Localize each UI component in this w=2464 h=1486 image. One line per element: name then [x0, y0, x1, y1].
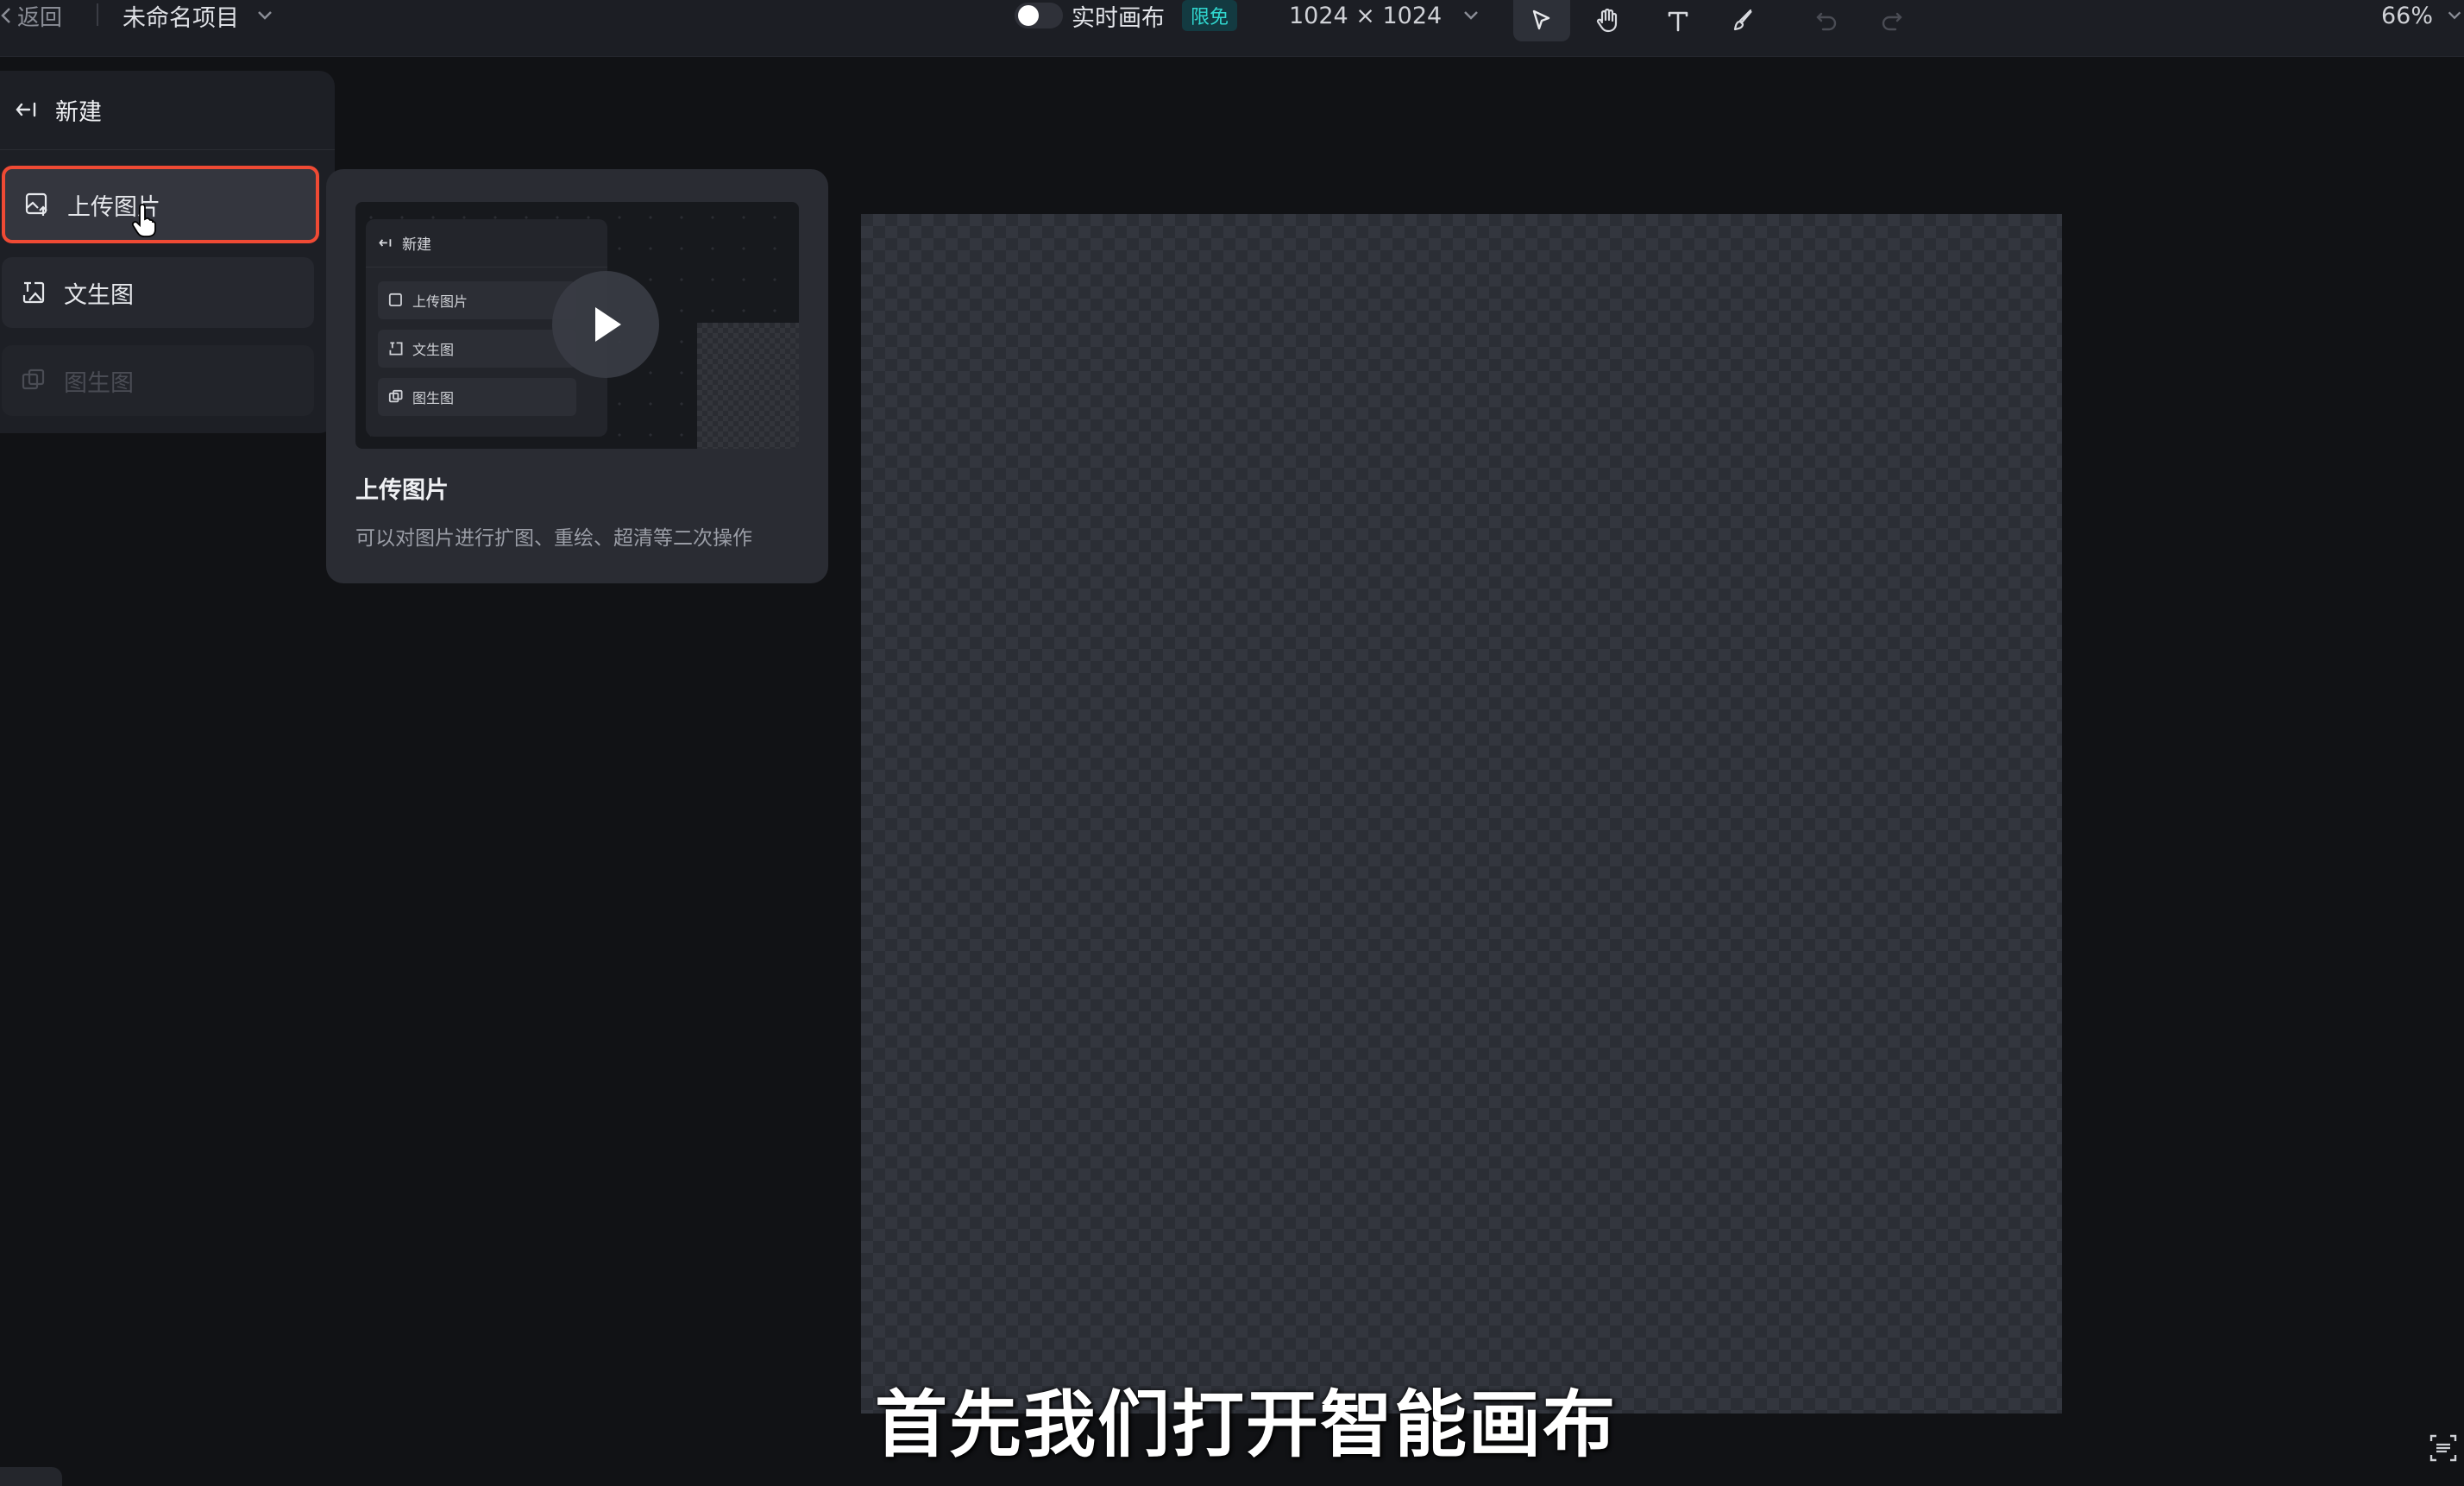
new-panel: 新建 上传图片 文生图 图生图	[0, 71, 335, 433]
mini-canvas-preview	[697, 323, 799, 449]
new-panel-title: 新建	[55, 99, 102, 126]
select-icon	[1532, 9, 1550, 30]
redo-icon	[1882, 12, 1902, 31]
undo-icon	[1816, 12, 1837, 31]
mini-item-upload-image: 上传图片	[378, 281, 576, 319]
video-subtitle: 首先我们打开智能画布	[875, 1382, 1618, 1467]
preview-video-thumbnail[interactable]: 新建 上传图片 文生图 图生图	[355, 202, 799, 449]
mini-item-label: 上传图片	[412, 293, 468, 310]
mini-panel-title: 新建	[402, 236, 431, 254]
preview-card-title: 上传图片	[355, 477, 449, 504]
text-to-image-icon	[389, 342, 403, 356]
text-to-image-icon	[22, 281, 45, 304]
hand-tool-button[interactable]	[1579, 0, 1636, 41]
realtime-canvas-toggle[interactable]	[1015, 3, 1063, 28]
play-button[interactable]	[552, 271, 659, 378]
image-to-image-icon	[22, 368, 45, 390]
image-upload-icon	[25, 192, 47, 216]
toggle-knob	[1018, 5, 1039, 26]
bottom-left-tab[interactable]	[0, 1467, 62, 1486]
brush-icon	[1733, 9, 1752, 31]
menu-item-image-to-image[interactable]: 图生图	[2, 345, 314, 416]
brush-tool-button[interactable]	[1715, 0, 1772, 41]
free-badge: 限免	[1182, 0, 1238, 31]
menu-item-label: 图生图	[64, 369, 134, 397]
play-icon	[595, 307, 621, 342]
divider	[97, 3, 98, 26]
arrow-back-icon	[16, 102, 36, 116]
zoom-dropdown[interactable]: 66%	[2381, 0, 2464, 31]
project-name-dropdown[interactable]: 未命名项目	[97, 0, 275, 32]
upload-image-preview-card: 新建 上传图片 文生图 图生图 上传图片 可以对图片进行扩图、重绘、超清等二次操…	[326, 169, 828, 583]
canvas-size-dropdown[interactable]: 1024 × 1024	[1289, 0, 1481, 31]
text-icon	[1668, 11, 1688, 32]
top-toolbar: 返回 未命名项目 实时画布 限免 1024 × 1024 66%	[0, 0, 2464, 57]
chevron-down-icon	[1464, 11, 1479, 20]
chevron-down-icon	[258, 11, 272, 20]
hand-icon	[1596, 8, 1618, 33]
menu-item-upload-image[interactable]: 上传图片	[2, 166, 319, 243]
new-panel-header[interactable]: 新建	[0, 71, 335, 150]
back-button[interactable]: 返回	[0, 0, 62, 31]
canvas-size-value: 1024 × 1024	[1289, 2, 1443, 29]
realtime-canvas-control: 实时画布 限免	[1015, 0, 1238, 32]
menu-item-text-to-image[interactable]: 文生图	[2, 257, 314, 328]
menu-item-label: 文生图	[64, 281, 134, 309]
transparent-canvas[interactable]	[861, 214, 2062, 1414]
realtime-canvas-label: 实时画布	[1072, 4, 1165, 32]
arrow-back-icon	[379, 238, 392, 247]
preview-card-description: 可以对图片进行扩图、重绘、超清等二次操作	[355, 527, 752, 550]
chevron-down-icon	[2448, 11, 2461, 20]
back-label: 返回	[17, 4, 63, 31]
text-tool-button[interactable]	[1650, 0, 1707, 41]
mini-item-image-to-image: 图生图	[378, 378, 576, 416]
image-upload-icon	[388, 293, 402, 306]
screen-capture-icon[interactable]	[2428, 1432, 2459, 1464]
chevron-left-icon	[1, 8, 10, 23]
mini-panel-header: 新建	[366, 219, 607, 268]
redo-button[interactable]	[1864, 0, 1920, 41]
zoom-value: 66%	[2381, 2, 2434, 29]
mini-item-label: 文生图	[412, 342, 455, 358]
cursor-hand-icon	[131, 204, 156, 237]
mini-item-label: 图生图	[412, 390, 455, 406]
undo-button[interactable]	[1798, 0, 1855, 41]
mini-item-text-to-image: 文生图	[378, 330, 576, 368]
select-tool-button[interactable]	[1513, 0, 1570, 41]
project-name: 未命名项目	[123, 4, 239, 32]
image-to-image-icon	[388, 389, 403, 403]
